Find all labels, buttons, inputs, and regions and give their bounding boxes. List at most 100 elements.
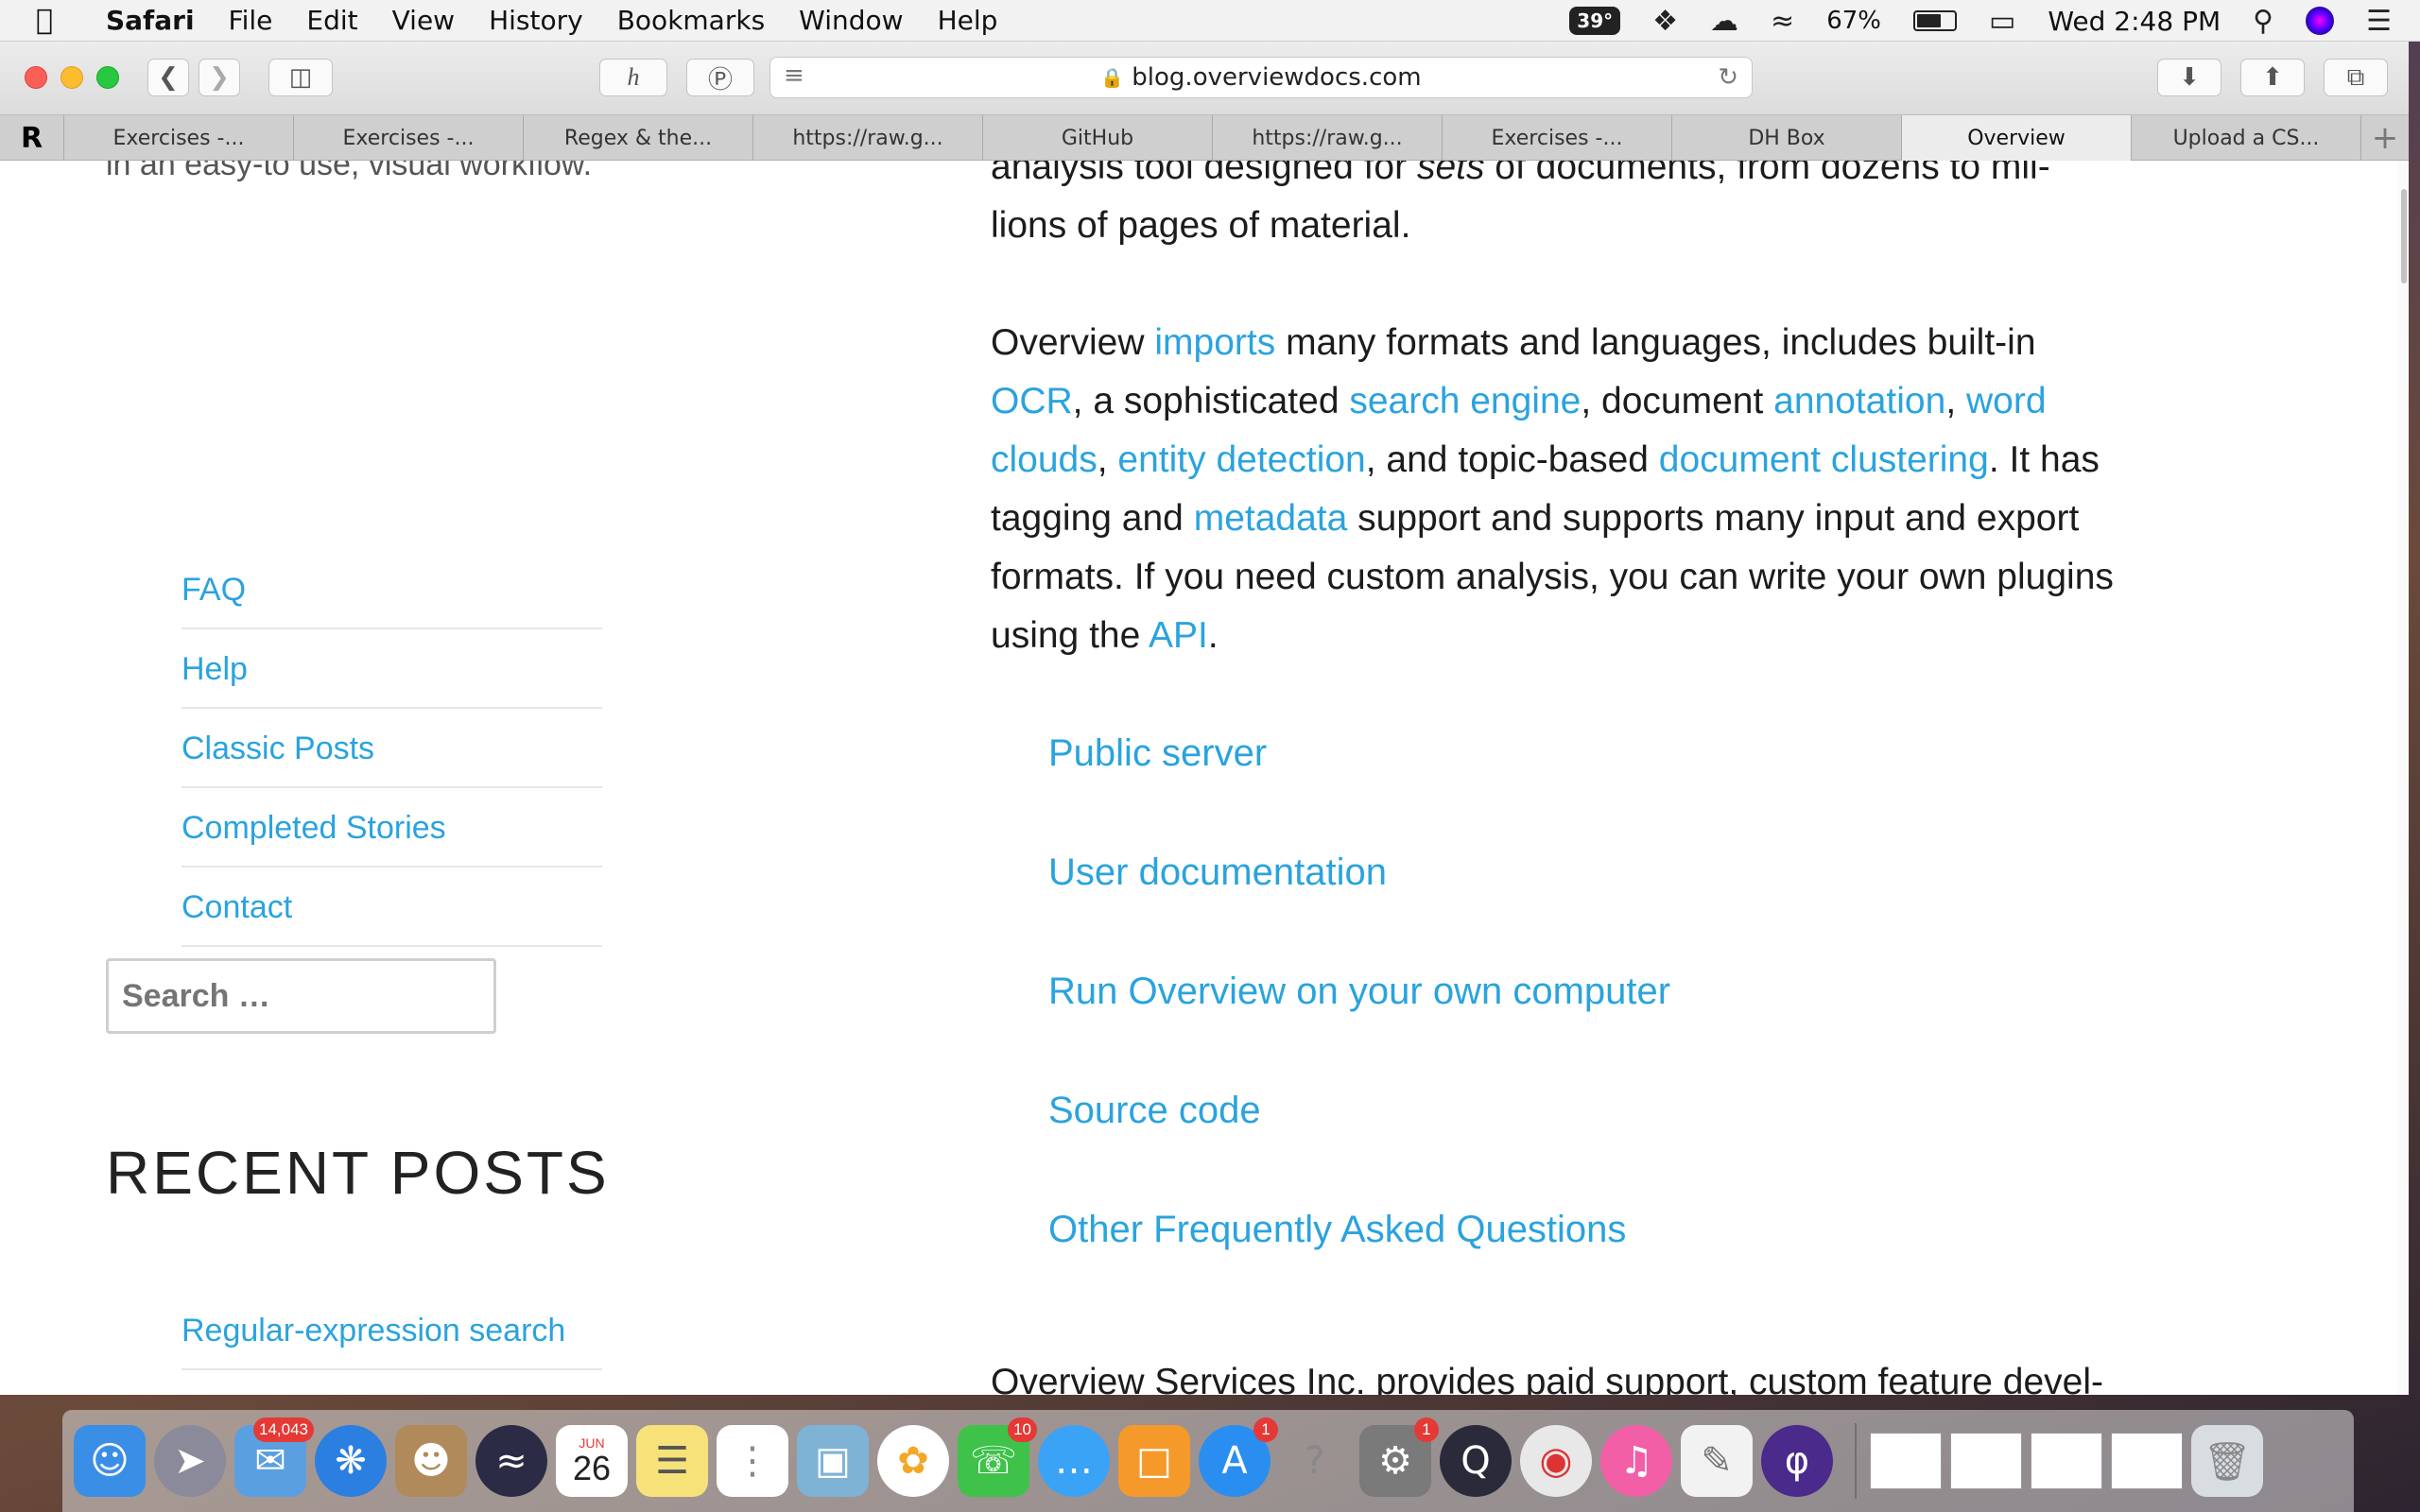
link-metadata[interactable]: metadata: [1194, 498, 1348, 539]
safari-icon[interactable]: ❋: [315, 1425, 387, 1497]
siri-icon[interactable]: [2306, 7, 2335, 35]
minimize-window-button[interactable]: [60, 66, 83, 89]
chrome-icon[interactable]: ◉: [1520, 1425, 1592, 1497]
tab-github[interactable]: GitHub: [983, 115, 1213, 161]
link-other-faq[interactable]: Other Frequently Asked Questions: [1048, 1200, 2125, 1319]
textedit-icon[interactable]: ✎: [1681, 1425, 1753, 1497]
lock-icon: 🔒: [1100, 66, 1125, 89]
help-icon[interactable]: ?: [1279, 1425, 1351, 1497]
page-scrollbar[interactable]: [2397, 161, 2409, 1395]
share-button[interactable]: ⬆: [2240, 59, 2305, 96]
dropbox-icon[interactable]: ❖: [1652, 5, 1678, 38]
notes-icon[interactable]: ☰: [636, 1425, 708, 1497]
trash-icon[interactable]: 🗑: [2191, 1425, 2263, 1497]
system-preferences-icon[interactable]: ⚙ 1: [1359, 1418, 1439, 1497]
tab-regex[interactable]: Regex & the...: [524, 115, 753, 161]
sidebar-link-completed-stories[interactable]: Completed Stories: [182, 788, 602, 868]
quicktime-icon[interactable]: Q: [1440, 1425, 1512, 1497]
sidebar-link-help[interactable]: Help: [182, 629, 602, 709]
clock[interactable]: Wed 2:48 PM: [2048, 6, 2221, 37]
tab-dh-box[interactable]: DH Box: [1672, 115, 1902, 161]
tab-exercises-2[interactable]: Exercises -...: [294, 115, 524, 161]
menu-bookmarks[interactable]: Bookmarks: [617, 5, 765, 36]
tab-overview-button[interactable]: ⧉: [2324, 59, 2388, 96]
menu-window[interactable]: Window: [799, 5, 903, 36]
app-store-icon[interactable]: A1: [1199, 1418, 1278, 1497]
sidebar-link-classic-posts[interactable]: Classic Posts: [182, 709, 602, 788]
launchpad-icon[interactable]: ➤: [154, 1425, 226, 1497]
link-imports[interactable]: imports: [1154, 322, 1275, 363]
siri-dock-icon[interactable]: ≈: [475, 1425, 547, 1497]
scrollbar-thumb[interactable]: [2401, 189, 2407, 284]
link-search-engine[interactable]: search engine: [1349, 381, 1581, 421]
close-window-button[interactable]: [25, 66, 47, 89]
sidebar-link-faq[interactable]: FAQ: [182, 550, 602, 629]
facetime-badge: 10: [1008, 1418, 1037, 1442]
photos-icon[interactable]: ✿: [877, 1425, 949, 1497]
creative-cloud-icon[interactable]: ☁: [1710, 5, 1738, 38]
finder-icon[interactable]: ☺: [74, 1425, 146, 1497]
menu-history[interactable]: History: [489, 5, 583, 36]
tab-exercises-3[interactable]: Exercises -...: [1443, 115, 1672, 161]
menu-file[interactable]: File: [229, 5, 273, 36]
reload-icon[interactable]: ↻: [1718, 63, 1738, 92]
minimized-window-thumbnail[interactable]: [2031, 1433, 2102, 1489]
menu-view[interactable]: View: [392, 5, 455, 36]
airplay-icon[interactable]: ▭: [1989, 5, 2015, 38]
link-entity-detection[interactable]: entity detection: [1117, 439, 1365, 480]
menu-help[interactable]: Help: [938, 5, 998, 36]
messages-icon[interactable]: …: [1038, 1425, 1110, 1497]
link-run-overview-locally[interactable]: Run Overview on your own computer: [1048, 962, 2125, 1081]
sidebar-toggle-button[interactable]: ◫: [268, 59, 333, 96]
link-api[interactable]: API: [1149, 615, 1208, 656]
pinned-tab[interactable]: R: [0, 115, 64, 161]
reader-view-icon[interactable]: ≡: [784, 61, 804, 90]
ibooks-icon[interactable]: □: [1118, 1425, 1190, 1497]
facetime-icon[interactable]: ☏ 10: [958, 1418, 1037, 1497]
back-button[interactable]: ❮: [147, 59, 189, 96]
minimized-window-thumbnail[interactable]: [1870, 1433, 1942, 1489]
link-user-documentation[interactable]: User documentation: [1048, 843, 2125, 962]
notification-center-icon[interactable]: ☰: [2366, 5, 2392, 38]
battery-icon[interactable]: [1912, 10, 1957, 31]
reminders-icon[interactable]: ⋮: [717, 1425, 788, 1497]
link-public-server[interactable]: Public server: [1048, 724, 2125, 843]
forward-button[interactable]: ❯: [199, 59, 240, 96]
tab-raw-github-2[interactable]: https://raw.g...: [1213, 115, 1443, 161]
mail-icon[interactable]: ✉ 14,043: [234, 1418, 314, 1497]
calendar-icon[interactable]: JUN 26: [556, 1425, 628, 1497]
text: .: [1207, 615, 1219, 656]
link-annotation[interactable]: annotation: [1773, 381, 1945, 421]
menu-edit[interactable]: Edit: [306, 5, 357, 36]
contacts-icon[interactable]: ☻: [395, 1425, 467, 1497]
link-document-clustering[interactable]: document clustering: [1659, 439, 1989, 480]
new-tab-button[interactable]: +: [2361, 115, 2409, 160]
downloads-button[interactable]: ⬇: [2157, 59, 2221, 96]
minimized-window-thumbnail[interactable]: [1950, 1433, 2022, 1489]
battery-percent[interactable]: 67%: [1826, 7, 1881, 35]
link-ocr[interactable]: OCR: [991, 381, 1073, 421]
link-source-code[interactable]: Source code: [1048, 1081, 2125, 1200]
zoom-window-button[interactable]: [96, 66, 119, 89]
tab-overview[interactable]: Overview: [1902, 115, 2132, 161]
weather-widget[interactable]: 39°: [1569, 7, 1621, 35]
sidebar-link-contact[interactable]: Contact: [182, 868, 602, 947]
phi-app-icon[interactable]: φ: [1761, 1425, 1833, 1497]
grammarly-extension-button[interactable]: Ⓟ: [686, 59, 754, 96]
tab-upload-csv[interactable]: Upload a CS...: [2132, 115, 2361, 161]
recent-posts-heading: RECENT POSTS: [106, 1139, 610, 1207]
menu-app-name[interactable]: Safari: [106, 5, 195, 36]
apple-menu-icon[interactable]: : [36, 4, 78, 37]
blog-search-input[interactable]: [106, 958, 496, 1034]
address-bar[interactable]: ≡ 🔒 blog.overviewdocs.com ↻: [769, 57, 1753, 98]
features-paragraph: Overview imports many formats and langua…: [991, 314, 2125, 665]
minimized-window-thumbnail[interactable]: [2111, 1433, 2183, 1489]
tab-exercises-1[interactable]: Exercises -...: [64, 115, 294, 161]
itunes-icon[interactable]: ♫: [1600, 1425, 1672, 1497]
recent-post-link[interactable]: Regular-expression search: [182, 1291, 602, 1370]
wifi-icon[interactable]: ≈: [1771, 5, 1794, 38]
spotlight-search-icon[interactable]: ⚲: [2253, 5, 2273, 38]
hypothesis-extension-button[interactable]: h: [599, 59, 667, 96]
preview-icon[interactable]: ▣: [797, 1425, 869, 1497]
tab-raw-github-1[interactable]: https://raw.g...: [753, 115, 983, 161]
